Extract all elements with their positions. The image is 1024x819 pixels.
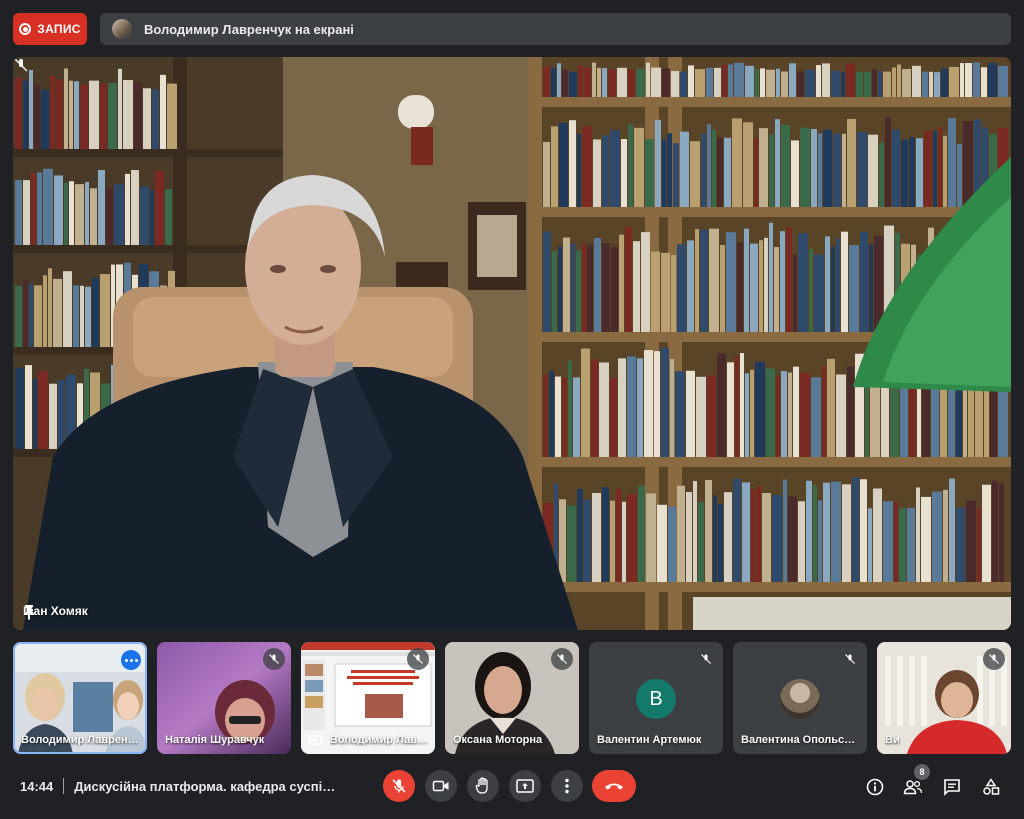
presenter-banner-text: Володимир Лавренчук на екрані (144, 21, 354, 37)
camera-icon (432, 780, 449, 792)
present-screen-button[interactable] (509, 770, 541, 802)
present-screen-icon (516, 779, 534, 793)
participant-label: Володимир Лавренчук (309, 734, 429, 746)
participant-tile[interactable]: Наталія Шуравчук (157, 642, 291, 754)
meeting-info-button[interactable] (864, 776, 886, 798)
participant-mic-off-icon (407, 648, 429, 670)
activities-icon (983, 778, 1000, 795)
meeting-details: 14:44 Дискусійна платформа. кафедра сусп… (20, 778, 336, 794)
raise-hand-button[interactable] (467, 770, 499, 802)
participant-mic-off-icon (263, 648, 285, 670)
participant-mic-off-icon (551, 648, 573, 670)
participant-name: Володимир Лавренчук (329, 734, 429, 746)
more-options-button[interactable] (121, 650, 141, 670)
participant-name: Оксана Моторна (453, 734, 543, 746)
mic-toggle-button[interactable] (383, 770, 415, 802)
presenter-avatar (112, 19, 132, 39)
clock-time: 14:44 (20, 778, 54, 794)
recording-badge[interactable]: ЗАПИС (13, 13, 87, 45)
participant-tile[interactable]: Володимир Лавренчук (301, 642, 435, 754)
meeting-title: Дискусійна платформа. кафедра суспільних (74, 778, 337, 794)
end-call-button[interactable] (592, 770, 636, 802)
participant-name: Валентин Артемюк (597, 734, 702, 746)
main-speaker-label: Іван Хомяк (23, 604, 88, 620)
main-mic-off-icon (14, 58, 28, 72)
participant-avatar (780, 679, 820, 719)
participant-name: Володимир Лавренчук (21, 734, 141, 746)
more-options-button[interactable] (551, 770, 583, 802)
participant-name: Наталія Шуравчук (165, 734, 265, 746)
more-vert-icon (565, 778, 569, 794)
chat-icon (944, 779, 960, 796)
activities-button[interactable] (980, 776, 1002, 798)
record-icon (19, 23, 32, 35)
camera-toggle-button[interactable] (425, 770, 457, 802)
participant-mic-off-icon (839, 648, 861, 670)
participant-mic-off-icon (983, 648, 1005, 670)
chat-button[interactable] (941, 776, 963, 798)
participant-name: Ви (885, 734, 900, 746)
divider (63, 778, 65, 794)
participant-name: Валентина Опольська (741, 734, 861, 746)
participant-tile[interactable]: В Валентин Артемюк (589, 642, 723, 754)
pin-icon[interactable] (23, 604, 35, 620)
mic-off-icon (392, 779, 406, 793)
presenting-icon (309, 735, 322, 745)
info-icon (866, 778, 884, 796)
participant-avatar: В (636, 679, 676, 719)
people-icon (903, 780, 923, 795)
participant-tile[interactable]: Володимир Лавренчук (13, 642, 147, 754)
raise-hand-icon (475, 777, 488, 794)
main-video-frame (13, 57, 1011, 630)
participant-count-badge: 8 (914, 764, 930, 780)
main-video-tile[interactable]: Іван Хомяк (13, 57, 1011, 630)
end-call-icon (605, 783, 623, 790)
recording-label: ЗАПИС (37, 22, 81, 36)
participant-tile[interactable]: Оксана Моторна (445, 642, 579, 754)
presenter-banner[interactable]: Володимир Лавренчук на екрані (100, 13, 1011, 45)
participant-tile[interactable]: Валентина Опольська (733, 642, 867, 754)
participant-mic-off-icon (695, 648, 717, 670)
participant-tile[interactable]: Ви (877, 642, 1011, 754)
